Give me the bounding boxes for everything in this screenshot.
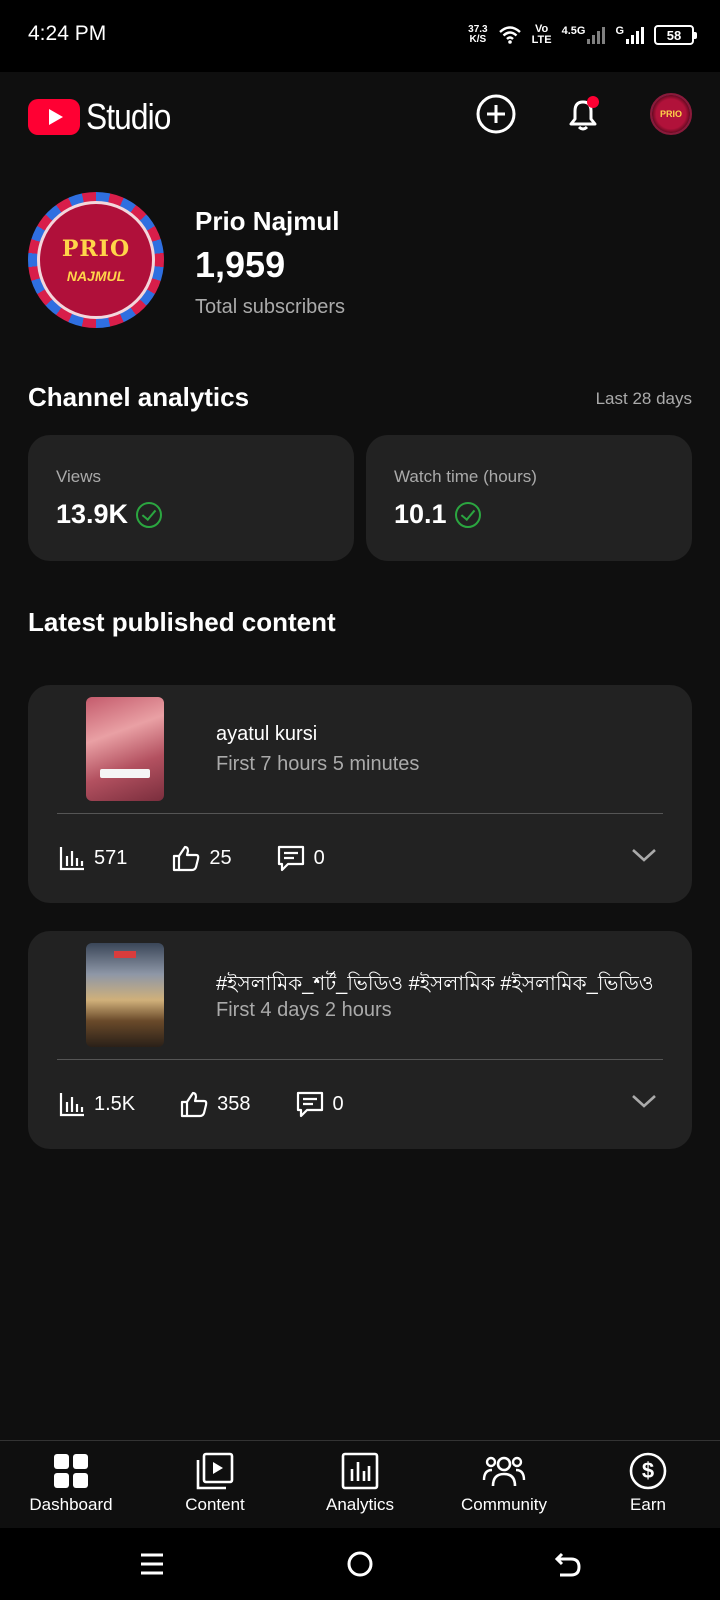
app-header: Studio PRIO <box>0 72 720 162</box>
channel-analytics-title: Channel analytics <box>28 382 250 412</box>
video-metrics: 1.5K 358 0 <box>58 1089 388 1119</box>
status-icons: 37.3 K/S Vo LTE 4.5G G 58 <box>468 20 697 50</box>
home-button[interactable] <box>340 1548 380 1580</box>
bar-chart-icon <box>59 1093 84 1117</box>
channel-avatar[interactable]: PRIO NAJMUL <box>28 192 164 328</box>
comments-metric: 0 <box>295 1089 344 1119</box>
divider <box>57 1059 663 1060</box>
signal-bars-icon <box>626 26 644 44</box>
nav-earn[interactable]: $ Earn <box>578 1451 718 1515</box>
bar-chart-icon <box>59 847 84 871</box>
comment-icon <box>296 1091 323 1118</box>
status-time: 4:24 PM <box>28 22 107 45</box>
community-icon <box>482 1456 526 1487</box>
battery-icon: 58 <box>654 25 697 45</box>
create-button[interactable] <box>474 92 518 136</box>
channel-profile: PRIO NAJMUL Prio Najmul 1,959 Total subs… <box>28 192 692 332</box>
views-metric: 571 <box>58 844 127 872</box>
video-title: #ইসলামিক_শর্ট_ভিডিও #ইসলামিক #ইসলামিক_ভি… <box>216 973 654 995</box>
stat-label: Views <box>56 467 102 486</box>
dashboard-icon <box>54 1454 88 1488</box>
latest-content-title: Latest published content <box>28 607 336 637</box>
subscriber-count: 1,959 <box>195 244 286 285</box>
home-circle-icon <box>347 1551 373 1577</box>
views-card[interactable]: Views 13.9K <box>28 435 354 561</box>
stat-value: 13.9K <box>56 499 163 530</box>
signal-bars-icon <box>587 26 606 44</box>
nav-community[interactable]: Community <box>434 1451 574 1515</box>
bottom-navigation: Dashboard Content Analytics Community $ … <box>0 1440 720 1528</box>
volte-indicator: Vo LTE <box>531 23 552 46</box>
content-card[interactable]: #ইসলামিক_শর্ট_ভিডিও #ইসলামিক #ইসলামিক_ভি… <box>28 931 692 1149</box>
video-thumbnail[interactable] <box>86 697 164 801</box>
status-bar: 4:24 PM 37.3 K/S Vo LTE 4.5G G 58 <box>0 0 720 72</box>
notifications-button[interactable] <box>561 92 605 136</box>
network-speed: 37.3 K/S <box>468 24 488 45</box>
check-circle-icon <box>454 501 481 528</box>
video-period: First 7 hours 5 minutes <box>216 753 420 775</box>
nav-content[interactable]: Content <box>145 1451 285 1515</box>
wifi-icon <box>498 26 521 44</box>
video-period: First 4 days 2 hours <box>216 999 392 1021</box>
likes-metric: 358 <box>179 1090 251 1118</box>
avatar-logo: PRIO NAJMUL <box>37 201 155 319</box>
stat-value: 10.1 <box>394 499 481 530</box>
bell-icon <box>569 96 599 131</box>
account-avatar[interactable]: PRIO <box>650 93 692 135</box>
thumb-up-icon <box>181 1091 208 1118</box>
likes-metric: 25 <box>171 844 232 872</box>
content-icon <box>196 1452 234 1490</box>
youtube-play-icon <box>28 99 80 135</box>
studio-logo[interactable]: Studio <box>28 96 182 138</box>
stat-label: Watch time (hours) <box>394 467 537 486</box>
subscriber-label: Total subscribers <box>195 296 346 318</box>
back-button[interactable] <box>548 1548 588 1580</box>
content-card[interactable]: ayatul kursi First 7 hours 5 minutes 571… <box>28 685 692 903</box>
svg-text:$: $ <box>642 1458 654 1483</box>
chevron-down-icon[interactable] <box>630 1091 658 1111</box>
watch-time-card[interactable]: Watch time (hours) 10.1 <box>366 435 692 561</box>
check-circle-icon <box>136 501 163 528</box>
menu-icon <box>141 1553 163 1575</box>
signal-g: G <box>615 26 644 44</box>
thumb-up-icon <box>173 845 200 872</box>
analytics-icon <box>341 1452 379 1490</box>
earn-icon: $ <box>629 1452 667 1490</box>
analytics-range: Last 28 days <box>595 389 692 408</box>
signal-4g: 4.5G <box>562 26 606 44</box>
logo-text: Studio <box>86 96 171 137</box>
divider <box>57 813 663 814</box>
views-metric: 1.5K <box>58 1090 135 1118</box>
recents-button[interactable] <box>132 1548 172 1580</box>
comments-metric: 0 <box>276 843 325 873</box>
nav-analytics[interactable]: Analytics <box>290 1451 430 1515</box>
add-circle-icon <box>476 94 516 134</box>
comment-icon <box>277 845 304 872</box>
video-metrics: 571 25 0 <box>58 843 369 873</box>
chevron-down-icon[interactable] <box>630 845 658 865</box>
video-title: ayatul kursi <box>216 723 318 745</box>
back-arrow-icon <box>554 1552 581 1577</box>
system-navigation <box>0 1528 720 1600</box>
video-thumbnail[interactable] <box>86 943 164 1047</box>
nav-dashboard[interactable]: Dashboard <box>1 1451 141 1515</box>
channel-name: Prio Najmul <box>195 206 340 236</box>
